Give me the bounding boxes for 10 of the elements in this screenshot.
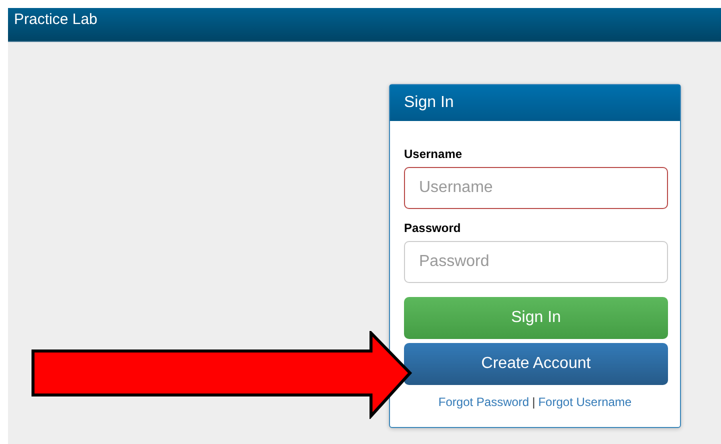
link-separator: |: [532, 395, 536, 409]
forgot-password-link[interactable]: Forgot Password: [438, 395, 530, 409]
input-field[interactable]: Username: [404, 167, 668, 209]
sign-in-button[interactable]: Sign In: [404, 297, 668, 339]
panel-title: Sign In: [404, 94, 454, 111]
forgot-username-link[interactable]: Forgot Username: [538, 395, 632, 409]
field-label: Username: [404, 147, 464, 161]
field-label: Password: [404, 221, 462, 235]
app-title[interactable]: Practice Lab: [14, 11, 98, 28]
create-account-button[interactable]: Create Account: [404, 343, 668, 385]
